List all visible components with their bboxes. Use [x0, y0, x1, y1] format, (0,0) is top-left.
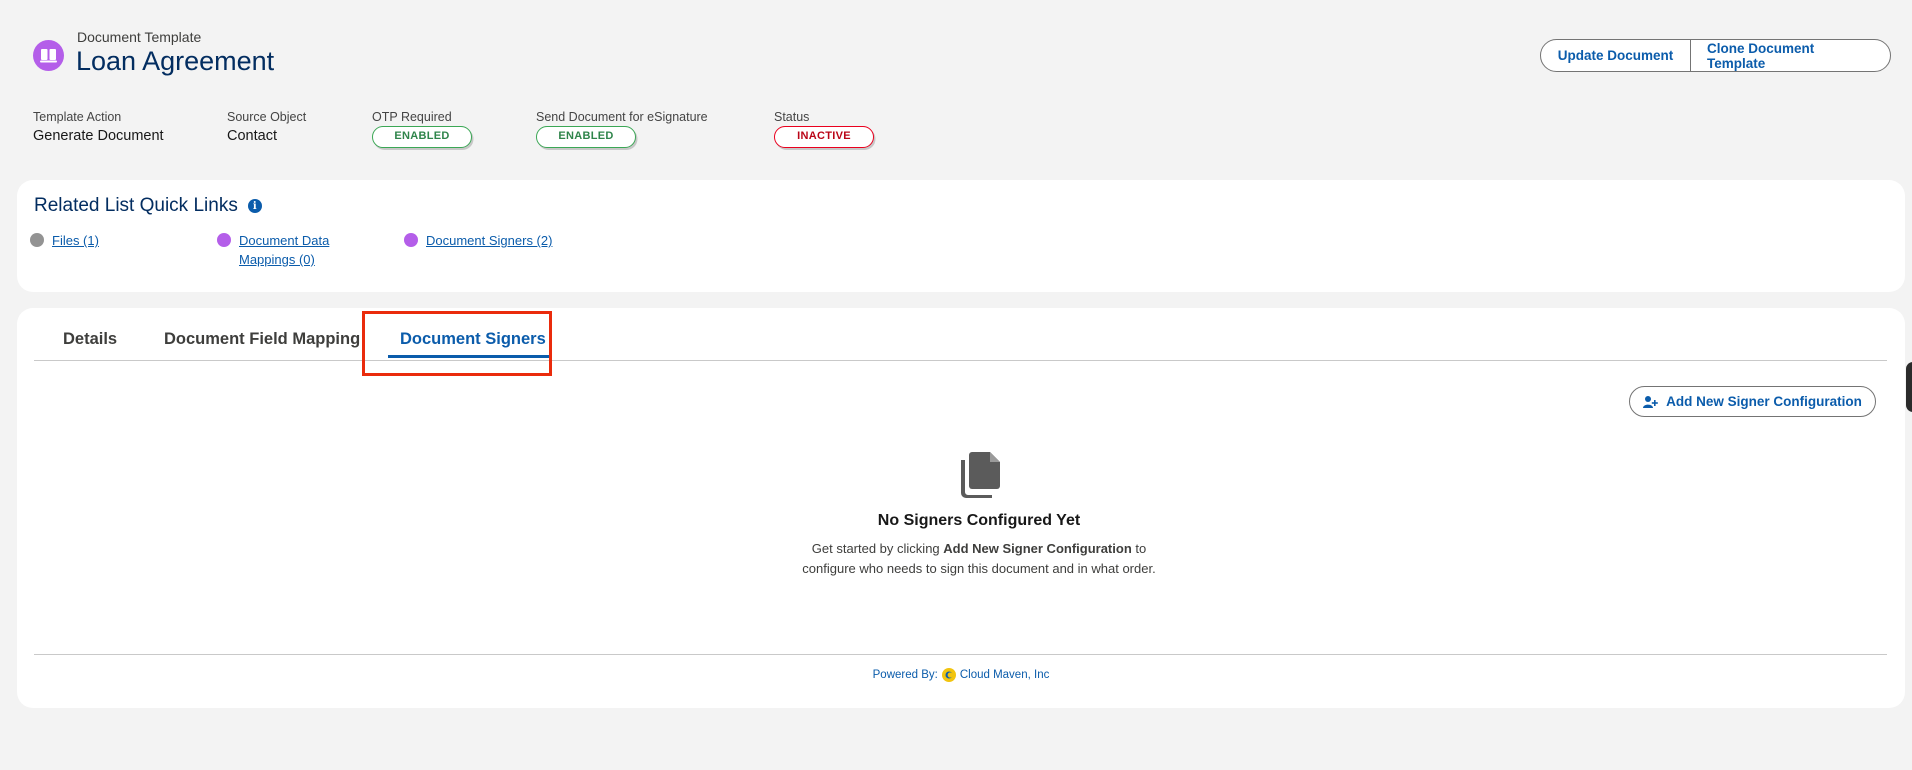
book-icon — [217, 233, 231, 247]
field-value: Generate Document — [33, 128, 164, 144]
powered-by: Powered By: Cloud Maven, Inc — [17, 668, 1905, 682]
link-line[interactable]: Mappings (0) — [239, 250, 329, 269]
field-otp-required: OTP Required ENABLED — [372, 110, 472, 148]
header-actions: Update Document Clone Document Template — [1540, 39, 1891, 72]
field-label: Source Object — [227, 110, 307, 124]
desc-text: Get started by clicking — [811, 541, 944, 556]
status-badge: INACTIVE — [774, 126, 874, 148]
add-user-icon — [1643, 395, 1658, 408]
info-icon[interactable]: i — [247, 199, 262, 213]
quick-link-files: Files (1) — [30, 231, 99, 250]
tab-bar: Details Document Field Mapping Document … — [34, 308, 1887, 361]
status-badge: ENABLED — [536, 126, 636, 148]
link-line[interactable]: Document Data — [239, 231, 329, 250]
quick-link-signers: Document Signers (2) — [404, 231, 552, 250]
record-header: Document Template Loan Agreement Update … — [0, 0, 1912, 170]
page-title: Loan Agreement — [76, 46, 275, 76]
side-panel-handle[interactable] — [1906, 362, 1912, 412]
book-icon — [33, 40, 64, 71]
cloud-maven-logo-icon — [941, 668, 956, 682]
object-type-label: Document Template — [77, 29, 202, 45]
field-template-action: Template Action Generate Document — [33, 110, 164, 144]
field-status: Status INACTIVE — [774, 110, 874, 148]
quick-links-card: Related List Quick Links i Files (1) Doc… — [17, 180, 1905, 292]
empty-state: No Signers Configured Yet Get started by… — [784, 452, 1174, 578]
tab-details[interactable]: Details — [63, 330, 117, 349]
documents-icon — [961, 452, 1000, 498]
field-label: Status — [774, 110, 810, 124]
empty-state-description: Get started by clicking Add New Signer C… — [784, 539, 1174, 578]
quick-links-title: Related List Quick Links i — [34, 195, 262, 217]
book-icon — [404, 233, 418, 247]
field-value: Contact — [227, 128, 277, 144]
field-label: OTP Required — [372, 110, 452, 124]
add-signer-label: Add New Signer Configuration — [1666, 394, 1862, 409]
tab-document-field-mapping[interactable]: Document Field Mapping — [164, 330, 360, 349]
status-badge: ENABLED — [372, 126, 472, 148]
add-signer-configuration-button[interactable]: Add New Signer Configuration — [1629, 386, 1876, 417]
field-label: Send Document for eSignature — [536, 110, 708, 124]
quick-link-files-label[interactable]: Files (1) — [52, 231, 99, 250]
quick-link-data-mappings-label[interactable]: Document Data Mappings (0) — [239, 231, 329, 269]
tab-highlight-box — [362, 311, 552, 376]
file-icon — [30, 233, 44, 247]
empty-state-title: No Signers Configured Yet — [877, 512, 1081, 529]
quick-links-title-text: Related List Quick Links — [34, 195, 238, 216]
field-source-object: Source Object Contact — [227, 110, 306, 144]
field-send-esignature: Send Document for eSignature ENABLED — [536, 110, 708, 148]
update-document-button[interactable]: Update Document — [1541, 40, 1690, 71]
powered-label: Powered By: — [872, 669, 938, 681]
quick-link-data-mappings: Document Data Mappings (0) — [217, 231, 329, 269]
desc-bold-text: Add New Signer Configuration — [943, 541, 1132, 556]
footer-divider — [34, 654, 1887, 655]
clone-document-template-button[interactable]: Clone Document Template — [1690, 40, 1890, 71]
field-label: Template Action — [33, 110, 122, 124]
company-name: Cloud Maven, Inc — [959, 669, 1050, 681]
quick-link-signers-label[interactable]: Document Signers (2) — [426, 231, 552, 250]
tabs-card: Details Document Field Mapping Document … — [17, 308, 1905, 708]
